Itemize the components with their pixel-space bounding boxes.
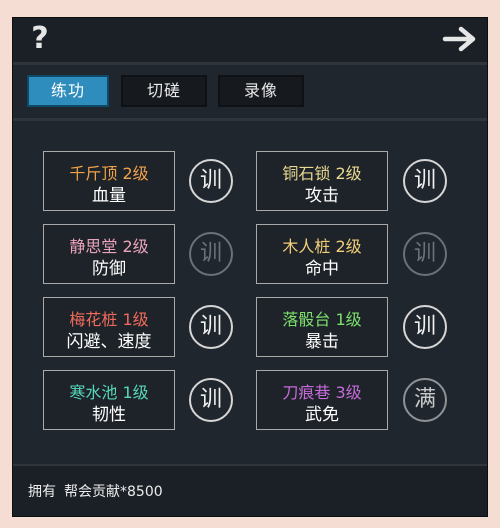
skill-card[interactable]: 木人桩 2级 命中 — [256, 224, 388, 284]
owned-label: 拥有 — [28, 484, 56, 500]
skill-card[interactable]: 落骰台 1级 暴击 — [256, 297, 388, 357]
skill-attribute: 血量 — [92, 186, 126, 206]
skill-attribute: 命中 — [305, 259, 339, 279]
skill-attribute: 武免 — [305, 405, 339, 425]
divider — [13, 118, 487, 121]
skill-card[interactable]: 梅花桩 1级 闪避、速度 — [43, 297, 175, 357]
train-button[interactable]: 训 — [403, 159, 447, 203]
skill-card[interactable]: 刀痕巷 3级 武免 — [256, 370, 388, 430]
tab-spar[interactable]: 切磋 — [121, 75, 207, 107]
skill-attribute: 暴击 — [305, 332, 339, 352]
skill-card[interactable]: 寒水池 1级 韧性 — [43, 370, 175, 430]
contribution-text: 拥有 帮会贡献*8500 — [28, 481, 163, 501]
skill-card[interactable]: 静思堂 2级 防御 — [43, 224, 175, 284]
tab-practice[interactable]: 练功 — [27, 75, 109, 107]
train-button[interactable]: 训 — [403, 305, 447, 349]
train-button[interactable]: 训 — [189, 378, 233, 422]
skill-attribute: 闪避、速度 — [66, 332, 152, 352]
train-button: 训 — [403, 232, 447, 276]
guild-contribution-value: 帮会贡献*8500 — [64, 484, 163, 500]
skill-card[interactable]: 千斤顶 2级 血量 — [43, 151, 175, 211]
help-button[interactable]: ? — [25, 24, 55, 54]
train-button[interactable]: 训 — [189, 305, 233, 349]
train-button[interactable]: 训 — [189, 159, 233, 203]
back-arrow-icon[interactable] — [441, 24, 481, 54]
skill-attribute: 攻击 — [305, 186, 339, 206]
train-button: 训 — [189, 232, 233, 276]
skill-attribute: 韧性 — [92, 405, 126, 425]
bottom-bar: 拥有 帮会贡献*8500 — [13, 464, 487, 516]
top-bar: ? — [13, 18, 487, 62]
maxed-badge: 满 — [403, 378, 447, 422]
divider — [13, 62, 487, 65]
training-panel: ? 练功 切磋 录像 千斤顶 2级 血量训铜石锁 2级 攻击训静思堂 2级 防御训木人… — [12, 17, 488, 517]
skill-card[interactable]: 铜石锁 2级 攻击 — [256, 151, 388, 211]
tab-replay[interactable]: 录像 — [218, 75, 304, 107]
skill-attribute: 防御 — [92, 259, 126, 279]
